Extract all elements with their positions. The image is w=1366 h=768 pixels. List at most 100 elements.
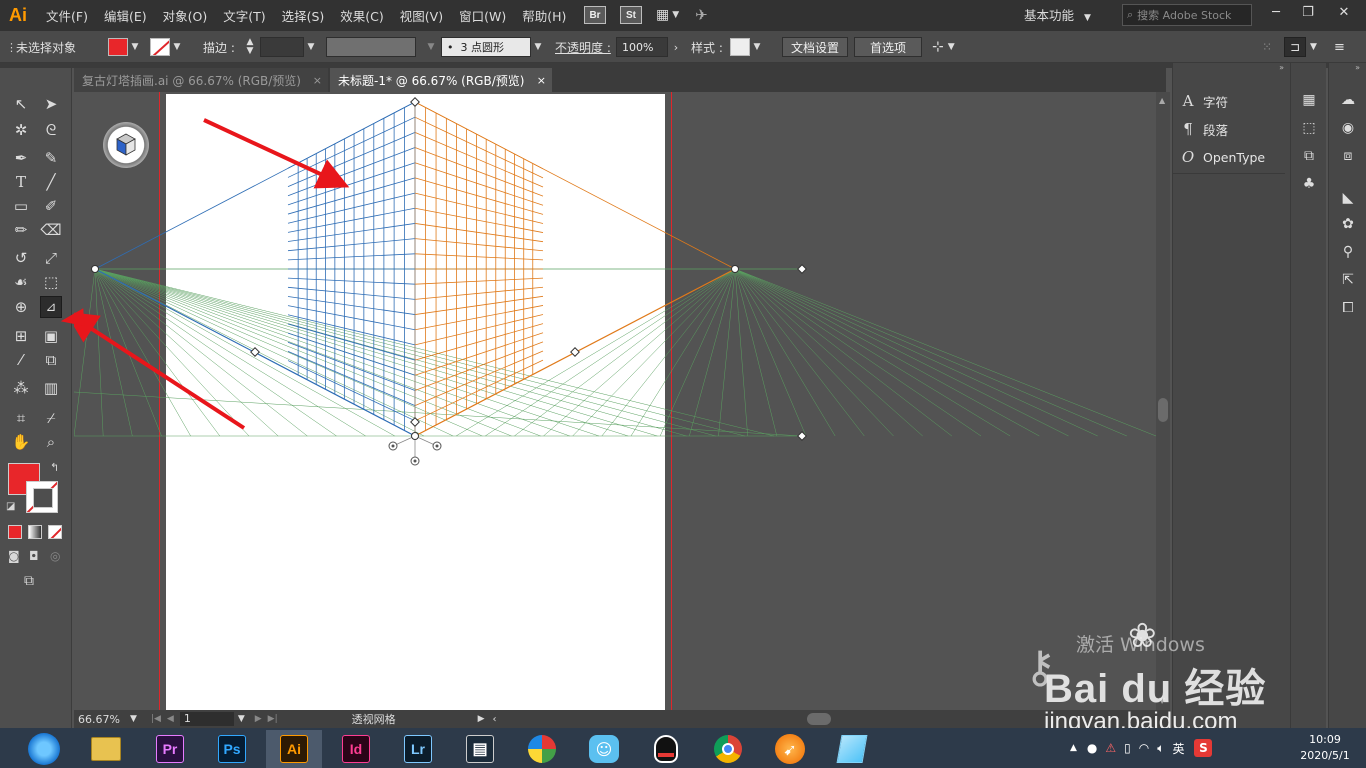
curvature-tool-icon[interactable]: ✎ xyxy=(40,147,62,169)
gradient-tool-icon[interactable]: ▣ xyxy=(40,325,62,347)
mesh-tool-icon[interactable]: ⊞ xyxy=(10,325,32,347)
document-setup-button[interactable]: 文档设置 xyxy=(782,37,848,57)
network-warning-icon[interactable]: ⚠ xyxy=(1105,741,1116,755)
swatches-icon[interactable]: ▦ xyxy=(1297,89,1321,111)
blend-tool-icon[interactable]: ⧉ xyxy=(40,349,62,371)
none-mode-button[interactable] xyxy=(48,525,62,539)
draw-normal-icon[interactable]: ◙ xyxy=(8,549,20,563)
creative-cloud-icon[interactable]: ☁ xyxy=(1336,89,1360,111)
tray-expand-icon[interactable]: ▲ xyxy=(1070,743,1077,753)
taskbar-orange-app[interactable]: ➹ xyxy=(762,730,818,768)
shaper-tool-icon[interactable]: ✐ xyxy=(40,195,62,217)
plane-switching-widget[interactable] xyxy=(103,122,149,168)
fill-color-control[interactable]: ▼ xyxy=(108,31,142,63)
align-options-icon[interactable]: ⊹ ▼ xyxy=(932,31,955,63)
perspective-grid-tool-icon[interactable]: ⊿ xyxy=(40,296,62,318)
chevron-down-icon[interactable]: ▼ xyxy=(304,38,318,56)
pen-tool-icon[interactable]: ✒ xyxy=(10,147,32,169)
color-mode-button[interactable] xyxy=(8,525,22,539)
status-menu-icon[interactable]: ▶ xyxy=(478,714,485,724)
zoom-level[interactable]: 66.67% xyxy=(74,713,120,726)
tab-close-icon[interactable]: × xyxy=(313,74,322,87)
wifi-icon[interactable]: ◠ xyxy=(1139,741,1149,755)
next-artboard-icon[interactable]: ▶ xyxy=(255,714,262,724)
menu-type[interactable]: 文字(T) xyxy=(215,6,273,25)
chevron-down-icon[interactable]: ▼ xyxy=(750,38,764,56)
symbols-icon[interactable]: ♣ xyxy=(1297,173,1321,195)
tab-untitled-1[interactable]: 未标题-1* @ 66.67% (RGB/预览) × xyxy=(330,68,552,92)
menu-file[interactable]: 文件(F) xyxy=(38,6,96,25)
taskbar-notes[interactable] xyxy=(824,730,880,768)
slice-tool-icon[interactable]: ⌿ xyxy=(40,407,62,429)
brushes-icon[interactable]: ⚲ xyxy=(1336,241,1360,263)
right-vanishing-point[interactable] xyxy=(731,265,739,273)
taskbar-chat-app[interactable]: ☺ xyxy=(576,730,632,768)
gradient-panel-icon[interactable]: ◣ xyxy=(1336,187,1360,209)
panel-paragraph[interactable]: ¶ 段落 xyxy=(1173,115,1285,143)
bridge-button[interactable]: Br xyxy=(584,6,606,24)
gpu-performance-icon[interactable]: ✈ xyxy=(695,6,708,24)
workspace-switcher[interactable]: 基本功能 ▼ xyxy=(1024,5,1091,24)
volume-icon[interactable]: 🔈︎ xyxy=(1157,741,1164,756)
taskbar-qq[interactable] xyxy=(638,730,694,768)
canvas-area[interactable] xyxy=(74,92,1156,710)
symbol-sprayer-tool-icon[interactable]: ⁂ xyxy=(10,377,32,399)
tab-close-icon[interactable]: × xyxy=(537,74,546,87)
vertical-grid-extent-handle[interactable] xyxy=(410,97,420,107)
swap-colors-icon[interactable]: ↰ xyxy=(50,461,59,474)
stepper-arrows-icon[interactable]: ▲ ▼ xyxy=(244,38,256,56)
scale-tool-icon[interactable]: ⤢ xyxy=(40,247,62,269)
panel-opentype[interactable]: O OpenType xyxy=(1173,143,1285,171)
eraser-tool-icon[interactable]: ⌫ xyxy=(40,219,62,241)
artboards-icon[interactable]: ⧠ xyxy=(1336,297,1360,319)
chevron-down-icon[interactable]: ▼ xyxy=(130,714,137,724)
eyedropper-tool-icon[interactable]: ⁄ xyxy=(10,349,32,371)
menu-edit[interactable]: 编辑(E) xyxy=(96,6,155,25)
stock-search-input[interactable]: ⌕ 搜索 Adobe Stock xyxy=(1122,4,1252,26)
taskbar-photoshop[interactable]: Ps xyxy=(204,730,260,768)
scroll-thumb[interactable] xyxy=(1158,398,1168,422)
stock-button[interactable]: St xyxy=(620,6,642,24)
tab-vintage-lighthouse[interactable]: 复古灯塔插画.ai @ 66.67% (RGB/预览) × xyxy=(74,68,328,92)
stroke-color-control[interactable]: ▼ xyxy=(150,31,184,63)
chevron-down-icon[interactable]: ▼ xyxy=(128,38,142,56)
paintbrush-tool-icon[interactable]: ✏ xyxy=(10,219,32,241)
panel-character[interactable]: A 字符 xyxy=(1173,87,1285,115)
arrange-documents-icon[interactable]: ▦ xyxy=(656,7,669,23)
menu-window[interactable]: 窗口(W) xyxy=(451,6,514,25)
file-explorer-icon[interactable] xyxy=(78,730,134,768)
taskbar-premiere[interactable]: Pr xyxy=(142,730,198,768)
start-browser-icon[interactable] xyxy=(16,730,72,768)
chevron-right-icon[interactable]: › xyxy=(668,38,684,56)
graphic-style-control[interactable]: ▼ xyxy=(730,31,764,63)
hand-tool-icon[interactable]: ✋ xyxy=(10,431,32,453)
menu-object[interactable]: 对象(O) xyxy=(155,6,216,25)
chevron-down-icon[interactable]: ▼ xyxy=(672,10,679,20)
preferences-button[interactable]: 首选项 xyxy=(854,37,922,57)
variable-width-profile[interactable]: ▼ xyxy=(326,31,438,63)
prev-artboard-icon[interactable]: ◀ xyxy=(167,714,174,724)
ground-level-handle[interactable] xyxy=(411,432,419,440)
collapse-right-icon[interactable]: » xyxy=(1355,63,1360,72)
fill-swatch[interactable] xyxy=(108,38,128,56)
taskbar-illustrator[interactable]: Ai xyxy=(266,730,322,768)
shape-builder-tool-icon[interactable]: ⊕ xyxy=(10,296,32,318)
taskbar-video-editor[interactable]: ▤ xyxy=(452,730,508,768)
taskbar-media-player[interactable] xyxy=(514,730,570,768)
menu-view[interactable]: 视图(V) xyxy=(392,6,451,25)
zoom-tool-icon[interactable]: ⌕ xyxy=(40,431,62,453)
qq-tray-icon[interactable]: ● xyxy=(1087,741,1097,755)
scroll-left-icon[interactable]: ‹ xyxy=(493,714,497,725)
scroll-up-icon[interactable]: ▲ xyxy=(1159,96,1165,105)
sogou-ime-icon[interactable]: S xyxy=(1194,739,1213,757)
profile-field[interactable] xyxy=(326,37,416,57)
stroke-swatch[interactable] xyxy=(150,38,170,56)
perspective-grid[interactable] xyxy=(74,92,1156,710)
chevron-down-icon[interactable]: ▼ xyxy=(238,714,245,724)
default-colors-icon[interactable]: ◪ xyxy=(6,501,15,512)
hamburger-menu-icon[interactable]: ≡ xyxy=(1334,31,1345,63)
pathfinder-icon[interactable]: ⧉ xyxy=(1297,145,1321,167)
draw-inside-icon[interactable]: ◎ xyxy=(50,549,60,563)
free-transform-tool-icon[interactable]: ⬚ xyxy=(40,271,62,293)
line-segment-tool-icon[interactable]: ╱ xyxy=(40,171,62,193)
